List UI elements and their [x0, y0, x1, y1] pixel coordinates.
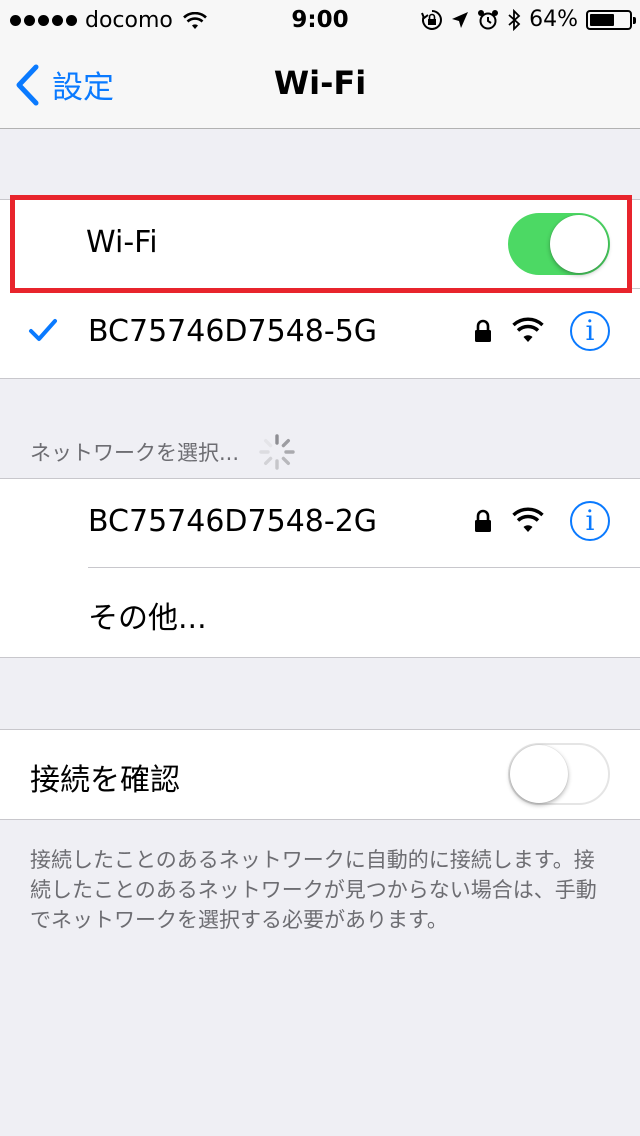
- ask-to-join-toggle[interactable]: [508, 743, 610, 805]
- ask-to-join-footer: 接続したことのあるネットワークに自動的に接続します。接続したことのあるネットワー…: [30, 848, 597, 932]
- wifi-signal-icon: [512, 317, 544, 342]
- connected-network-name: BC75746D7548-5G: [88, 314, 378, 349]
- lock-icon: [475, 319, 491, 342]
- ask-to-join-row: 接続を確認: [0, 730, 640, 819]
- info-button[interactable]: i: [570, 311, 610, 351]
- toggle-knob: [510, 745, 568, 803]
- status-bar-right: 64%: [421, 7, 636, 32]
- choose-network-header: ネットワークを選択...: [30, 432, 297, 472]
- checkmark-icon: [29, 319, 57, 341]
- lock-icon: [475, 509, 491, 532]
- location-icon: [452, 11, 469, 28]
- connected-network-row[interactable]: BC75746D7548-5G i: [0, 289, 640, 378]
- battery-icon: [586, 9, 636, 30]
- section-header-label: ネットワークを選択...: [30, 441, 240, 465]
- ask-to-join-label: 接続を確認: [30, 763, 180, 798]
- other-network-label: その他...: [88, 601, 207, 636]
- battery-percent: 64%: [529, 7, 578, 32]
- wifi-signal-icon: [512, 507, 544, 532]
- loading-spinner-icon: [259, 434, 295, 470]
- network-list: BC75746D7548-2G i その他...: [0, 478, 640, 658]
- status-bar: docomo 9:00 64%: [0, 0, 640, 40]
- highlight-annotation: [10, 195, 632, 293]
- bluetooth-icon: [508, 8, 521, 31]
- navigation-bar: 設定 Wi-Fi: [0, 40, 640, 129]
- network-row[interactable]: BC75746D7548-2G i: [0, 479, 640, 568]
- info-button[interactable]: i: [570, 501, 610, 541]
- alarm-icon: [478, 9, 499, 29]
- network-name: BC75746D7548-2G: [88, 504, 378, 539]
- rotation-lock-icon: [421, 9, 443, 30]
- battery-level: [590, 13, 615, 26]
- ask-to-join-group: 接続を確認: [0, 729, 640, 820]
- page-title: Wi-Fi: [273, 64, 367, 102]
- other-network-row[interactable]: その他...: [0, 568, 640, 657]
